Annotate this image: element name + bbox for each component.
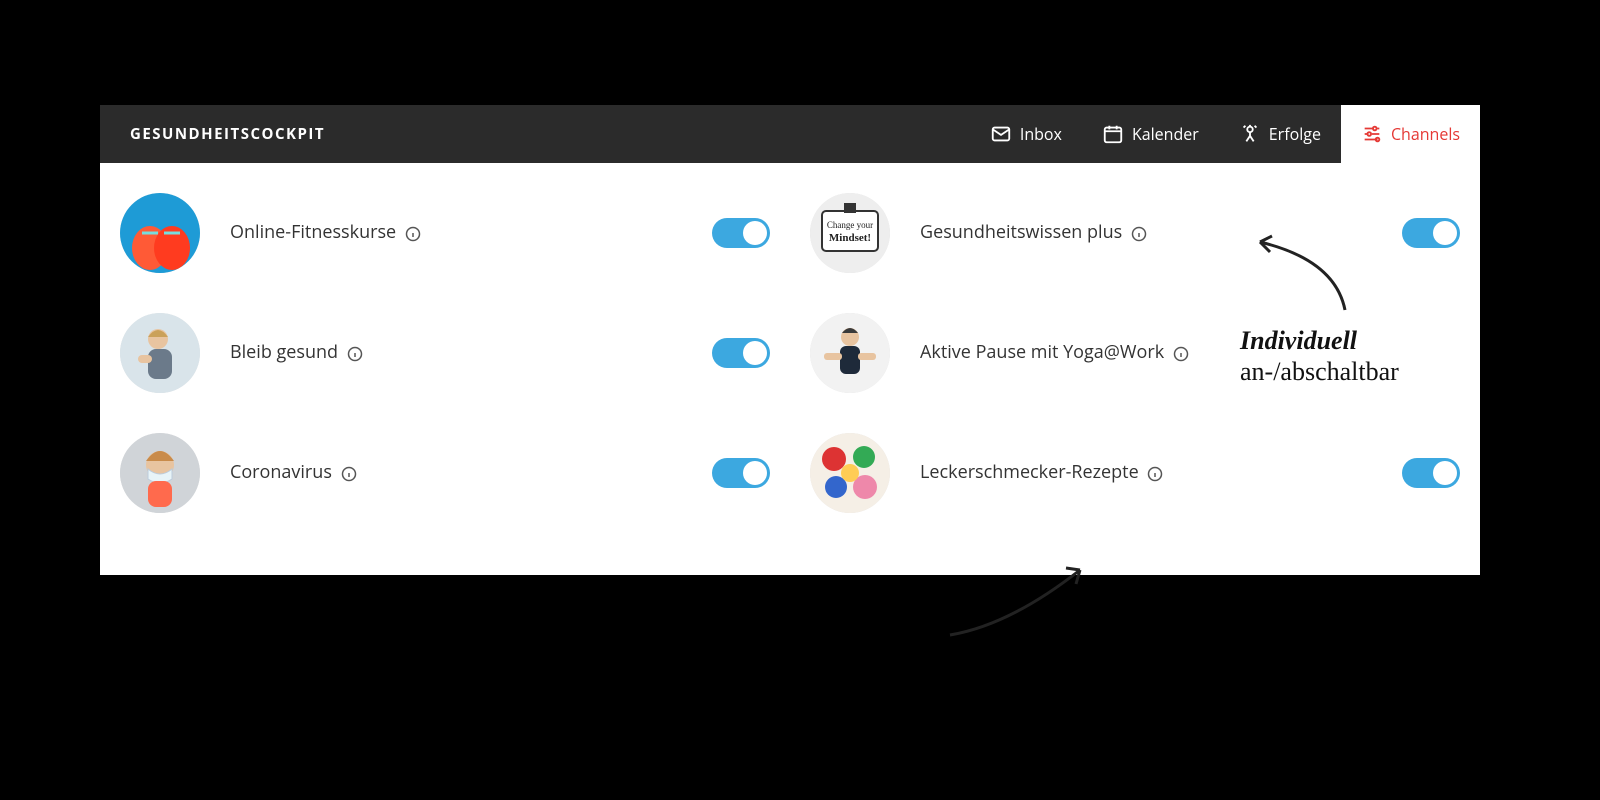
channel-avatar	[810, 313, 890, 393]
info-icon[interactable]	[1131, 226, 1147, 242]
channel-avatar: Change your Mindset!	[810, 193, 890, 273]
svg-text:Mindset!: Mindset!	[829, 232, 871, 244]
channel-gesundheitswissen-plus: Change yourMindset! Gesundheitswissen pl…	[810, 193, 1460, 273]
main-nav: Inbox Kalender Erfolge Channels	[970, 105, 1480, 163]
channel-toggle[interactable]	[1402, 458, 1460, 488]
info-icon[interactable]	[1173, 346, 1189, 362]
app-header: GESUNDHEITSCOCKPIT Inbox Kalender Erfolg…	[100, 105, 1480, 163]
info-icon[interactable]	[1147, 466, 1163, 482]
calendar-icon	[1102, 123, 1124, 145]
channel-label: Bleib gesund	[230, 340, 692, 365]
trophy-icon	[1239, 123, 1261, 145]
info-icon[interactable]	[405, 226, 421, 242]
annotation-text: Individuell an-/abschaltbar	[1240, 325, 1399, 387]
nav-label: Inbox	[1020, 123, 1062, 145]
info-icon[interactable]	[341, 466, 357, 482]
nav-label: Kalender	[1132, 123, 1199, 145]
channel-avatar	[120, 313, 200, 393]
channel-toggle[interactable]	[712, 458, 770, 488]
channel-avatar	[120, 433, 200, 513]
nav-item-erfolge[interactable]: Erfolge	[1219, 105, 1341, 163]
info-icon[interactable]	[347, 346, 363, 362]
annotation-arrow-1	[1240, 230, 1360, 320]
nav-item-kalender[interactable]: Kalender	[1082, 105, 1219, 163]
channel-label: Leckerschmecker-Rezepte	[920, 460, 1382, 485]
sliders-icon	[1361, 123, 1383, 145]
channel-toggle[interactable]	[1402, 218, 1460, 248]
svg-text:Change your: Change your	[827, 220, 873, 230]
channel-coronavirus: Coronavirus	[120, 433, 770, 513]
brand-title: GESUNDHEITSCOCKPIT	[100, 105, 970, 163]
channel-label: Online-Fitnesskurse	[230, 220, 692, 245]
channel-online-fitnesskurse: Online-Fitnesskurse	[120, 193, 770, 273]
channel-toggle[interactable]	[712, 338, 770, 368]
annotation-arrow-2	[940, 555, 1100, 645]
channel-toggle[interactable]	[712, 218, 770, 248]
channel-label: Coronavirus	[230, 460, 692, 485]
channel-avatar	[810, 433, 890, 513]
nav-label: Channels	[1391, 123, 1460, 145]
nav-item-inbox[interactable]: Inbox	[970, 105, 1082, 163]
nav-label: Erfolge	[1269, 123, 1321, 145]
nav-item-channels[interactable]: Channels	[1341, 105, 1480, 163]
channel-bleib-gesund: Bleib gesund	[120, 313, 770, 393]
channel-leckerschmecker-rezepte: Leckerschmecker-Rezepte	[810, 433, 1460, 513]
channel-avatar	[120, 193, 200, 273]
mail-icon	[990, 123, 1012, 145]
